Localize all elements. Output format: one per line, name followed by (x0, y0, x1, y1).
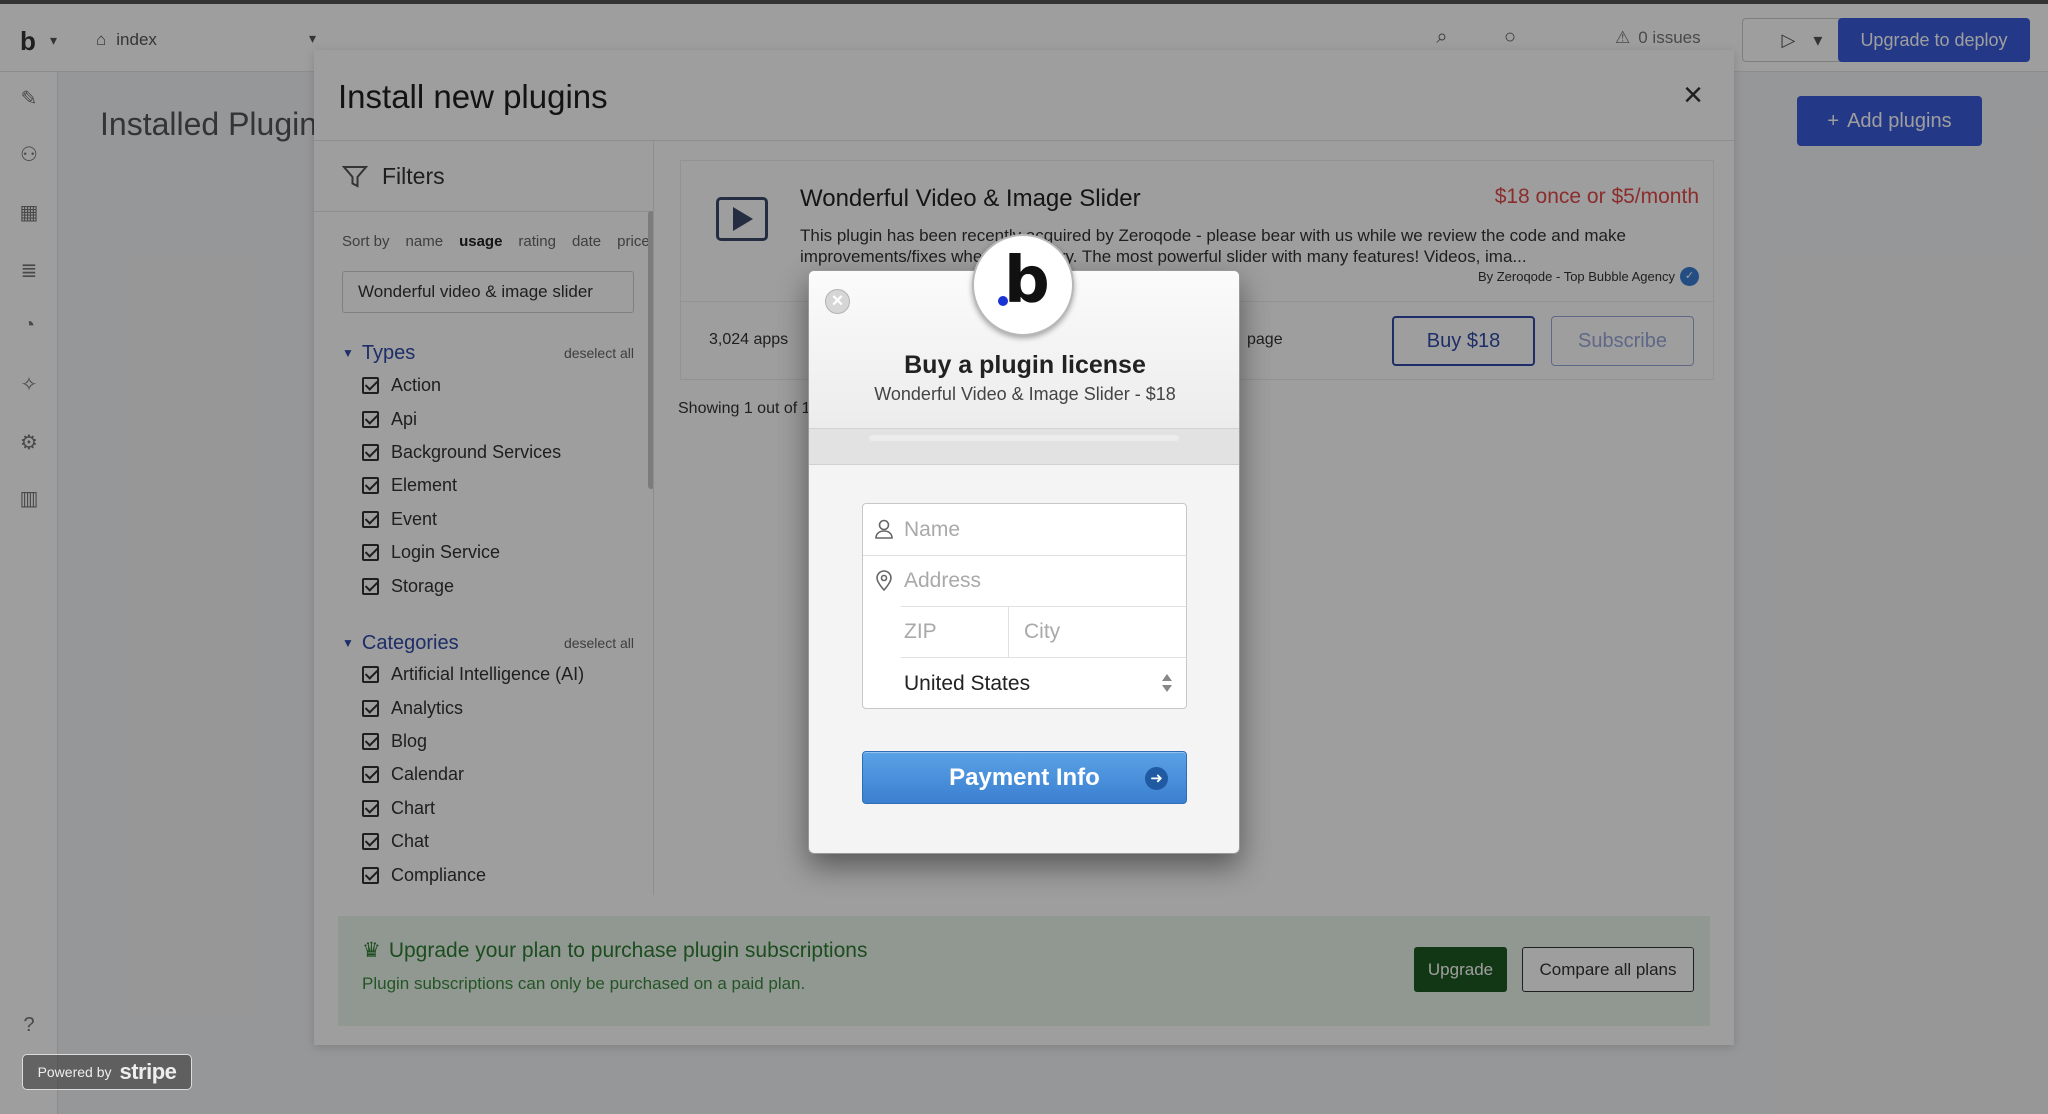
select-arrows-icon (1162, 672, 1172, 694)
arrow-right-icon: ➜ (1145, 767, 1168, 790)
band-highlight (869, 435, 1179, 441)
bubble-logo-letter: b (1004, 244, 1050, 318)
location-pin-icon (876, 570, 892, 591)
powered-by-stripe-badge[interactable]: Powered by stripe (22, 1054, 192, 1090)
person-icon (875, 519, 893, 539)
checkout-dialog: × Buy a plugin license Wonderful Video &… (808, 270, 1240, 854)
powered-by-label: Powered by (37, 1064, 112, 1080)
divider (1008, 606, 1009, 657)
country-select[interactable]: United States (904, 659, 1030, 709)
checkout-subtitle: Wonderful Video & Image Slider - $18 (874, 384, 1176, 404)
merchant-logo: b (972, 234, 1074, 336)
city-field[interactable]: City (1024, 606, 1060, 657)
address-placeholder: Address (904, 568, 982, 592)
payment-info-label: Payment Info (949, 763, 1100, 791)
stripe-wordmark: stripe (119, 1059, 177, 1084)
close-icon[interactable]: × (825, 289, 850, 314)
divider (901, 657, 1186, 658)
address-field[interactable]: Address (863, 555, 1186, 606)
billing-form: Name Address ZIP City United States (862, 503, 1187, 709)
checkout-title: Buy a plugin license (904, 351, 1146, 379)
zip-field[interactable]: ZIP (904, 606, 937, 657)
name-placeholder: Name (904, 517, 961, 541)
payment-info-button[interactable]: Payment Info ➜ (862, 751, 1187, 804)
bubble-logo-dot (998, 296, 1008, 306)
name-field[interactable]: Name (863, 504, 1186, 555)
checkout-header-band (809, 429, 1239, 465)
